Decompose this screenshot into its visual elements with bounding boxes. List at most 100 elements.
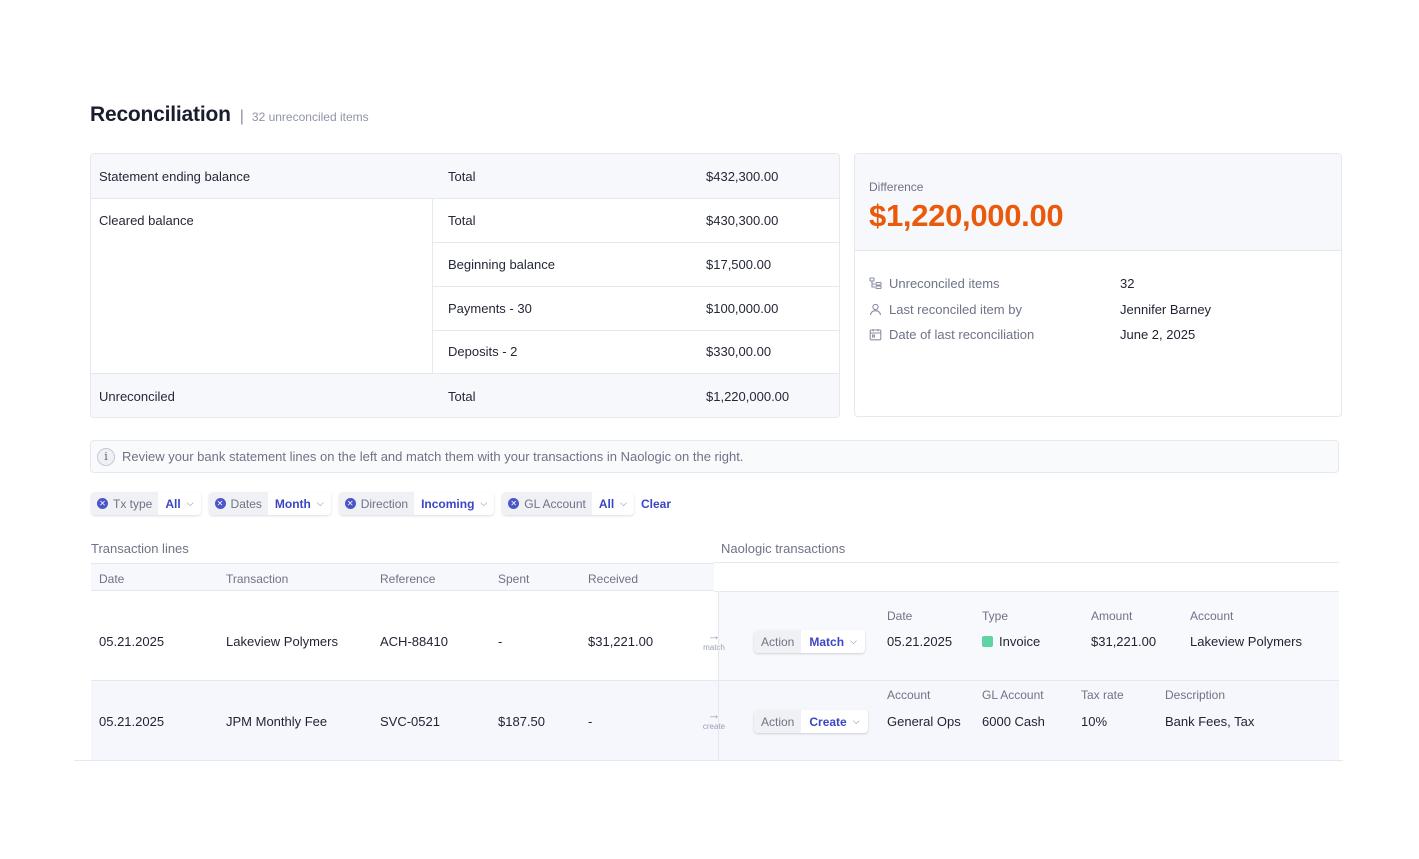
row-date: 05.21.2025 <box>99 634 165 649</box>
detail-last-reconciled-by: Last reconciled item by Jennifer Barney <box>869 302 1341 317</box>
detail-key: Date of last reconciliation <box>889 327 1035 342</box>
detail-key: Account <box>1190 609 1234 623</box>
difference-label: Difference <box>869 180 924 194</box>
filter-value-dropdown[interactable]: All ⌵ <box>592 492 634 515</box>
info-text: Review your bank statement lines on the … <box>122 449 744 464</box>
detail-value: 05.21.2025 <box>887 634 953 649</box>
filter-value-dropdown[interactable]: All ⌵ <box>158 492 200 515</box>
invoice-color-swatch <box>982 636 993 647</box>
action-value: Match ⌵ <box>801 630 865 653</box>
filter-gl-account[interactable]: ✕ GL Account All ⌵ <box>502 492 634 515</box>
remove-filter-icon[interactable]: ✕ <box>97 498 108 509</box>
unreconciled-value: $1,220,000.00 <box>706 389 790 404</box>
filter-dates[interactable]: ✕ Dates Month ⌵ <box>208 492 331 515</box>
filter-label: GL Account <box>524 496 586 511</box>
row-transaction: Lakeview Polymers <box>226 634 338 649</box>
col-transaction: Transaction <box>226 572 289 586</box>
arrow-right-icon: → <box>707 707 721 722</box>
statement-label: Statement ending balance <box>99 168 251 184</box>
payments-value: $100,000.00 <box>706 300 779 316</box>
naologic-transactions-title: Naologic transactions <box>721 541 846 556</box>
row-spent: - <box>498 634 503 649</box>
action-value: Create ⌵ <box>801 710 867 733</box>
action-label: Action <box>754 710 802 733</box>
cleared-row-deposits: Deposits - 2 $330,00.00 <box>91 330 839 373</box>
statement-value: $432,300.00 <box>706 168 779 184</box>
filter-label: Tx type <box>113 496 153 511</box>
detail-key: Amount <box>1091 609 1133 623</box>
unreconciled-label: Unreconciled <box>99 389 175 404</box>
detail-unreconciled-items: Unreconciled items 32 <box>869 276 1341 291</box>
unreconciled-count-subtitle: 32 unreconciled items <box>251 110 369 124</box>
detail-value: Invoice <box>999 634 1041 649</box>
detail-value: June 2, 2025 <box>1120 327 1196 342</box>
detail-value: General Ops <box>887 714 961 729</box>
arrow-label: create <box>702 722 726 731</box>
detail-key: Account <box>887 688 931 702</box>
action-value-text: Create <box>809 714 847 729</box>
col-spent: Spent <box>498 572 530 586</box>
filter-value: Incoming <box>421 496 475 511</box>
col-received: Received <box>588 572 639 586</box>
chevron-down-icon: ⌵ <box>850 636 857 646</box>
page-header: Reconciliation | 32 unreconciled items <box>90 103 369 127</box>
create-arrow: → create <box>699 707 729 731</box>
clear-filters-link[interactable]: Clear <box>641 497 671 511</box>
info-icon: i <box>97 447 115 466</box>
chevron-down-icon: ⌵ <box>852 716 860 726</box>
arrow-label: match <box>703 643 725 652</box>
detail-key: Description <box>1165 688 1226 702</box>
cleared-row-payments: Payments - 30 $100,000.00 <box>91 286 839 330</box>
filter-value: All <box>165 496 181 511</box>
list-tree-icon <box>869 277 882 290</box>
detail-value: 10% <box>1081 714 1108 729</box>
beginning-balance-value: $17,500.00 <box>706 256 772 272</box>
remove-filter-icon[interactable]: ✕ <box>344 498 356 509</box>
transaction-lines-header: Date Transaction Reference Spent Receive… <box>91 563 714 591</box>
detail-key: Type <box>982 609 1009 623</box>
filter-value-dropdown[interactable]: Month ⌵ <box>268 492 331 515</box>
filter-label: Direction <box>360 496 409 511</box>
info-banner: i Review your bank statement lines on th… <box>90 440 1339 473</box>
detail-value: 32 <box>1120 276 1135 291</box>
row-reference: ACH-88410 <box>380 634 448 649</box>
detail-key: GL Account <box>982 688 1044 702</box>
detail-key: Unreconciled items <box>889 276 1000 291</box>
calendar-icon <box>869 328 882 341</box>
difference-card: Difference $1,220,000.00 Unreconciled it… <box>854 153 1342 417</box>
detail-value: $31,221.00 <box>1091 634 1157 649</box>
beginning-balance-name: Beginning balance <box>448 256 555 272</box>
column-divider <box>718 592 719 760</box>
row-date: 05.21.2025 <box>99 714 165 729</box>
balance-summary-table: Statement ending balance Total $432,300.… <box>90 153 840 418</box>
unreconciled-row: Unreconciled Total $1,220,000.00 <box>91 374 839 417</box>
row-spent: $187.50 <box>498 714 545 729</box>
filter-bar: ✕ Tx type All ⌵ ✕ Dates Month ⌵ ✕ Direction I… <box>91 492 671 515</box>
col-date: Date <box>99 572 125 586</box>
deposits-name: Deposits - 2 <box>448 344 518 359</box>
filter-direction[interactable]: ✕ Direction Incoming ⌵ <box>338 492 495 515</box>
action-dropdown[interactable]: Action Match ⌵ <box>754 630 865 653</box>
type-value: Invoice <box>982 634 1040 649</box>
row-received: $31,221.00 <box>588 634 654 649</box>
title-separator: | <box>239 108 244 125</box>
page-title: Reconciliation <box>90 103 231 126</box>
filter-value-dropdown[interactable]: Incoming ⌵ <box>414 492 494 515</box>
table-row[interactable]: 05.21.2025 Lakeview Polymers ACH-88410 -… <box>91 592 1339 681</box>
table-bottom-border <box>74 760 1343 761</box>
detail-value: 6000 Cash <box>982 714 1045 729</box>
detail-date-last-reconciliation: Date of last reconciliation June 2, 2025 <box>869 327 1341 342</box>
naologic-header <box>714 562 1339 592</box>
filter-tx-type[interactable]: ✕ Tx type All ⌵ <box>91 492 201 515</box>
detail-value: Lakeview Polymers <box>1190 634 1302 649</box>
detail-key: Last reconciled item by <box>889 302 1022 317</box>
arrow-right-icon: → <box>707 628 721 643</box>
remove-filter-icon[interactable]: ✕ <box>508 498 520 509</box>
filter-value: All <box>598 496 615 511</box>
table-row[interactable]: 05.21.2025 JPM Monthly Fee SVC-0521 $187… <box>91 681 1339 760</box>
action-dropdown[interactable]: Action Create ⌵ <box>754 710 868 733</box>
remove-filter-icon[interactable]: ✕ <box>214 498 226 509</box>
row-received: - <box>588 714 593 729</box>
statement-row: Statement ending balance Total $432,300.… <box>91 154 839 198</box>
detail-value: Jennifer Barney <box>1120 302 1212 317</box>
